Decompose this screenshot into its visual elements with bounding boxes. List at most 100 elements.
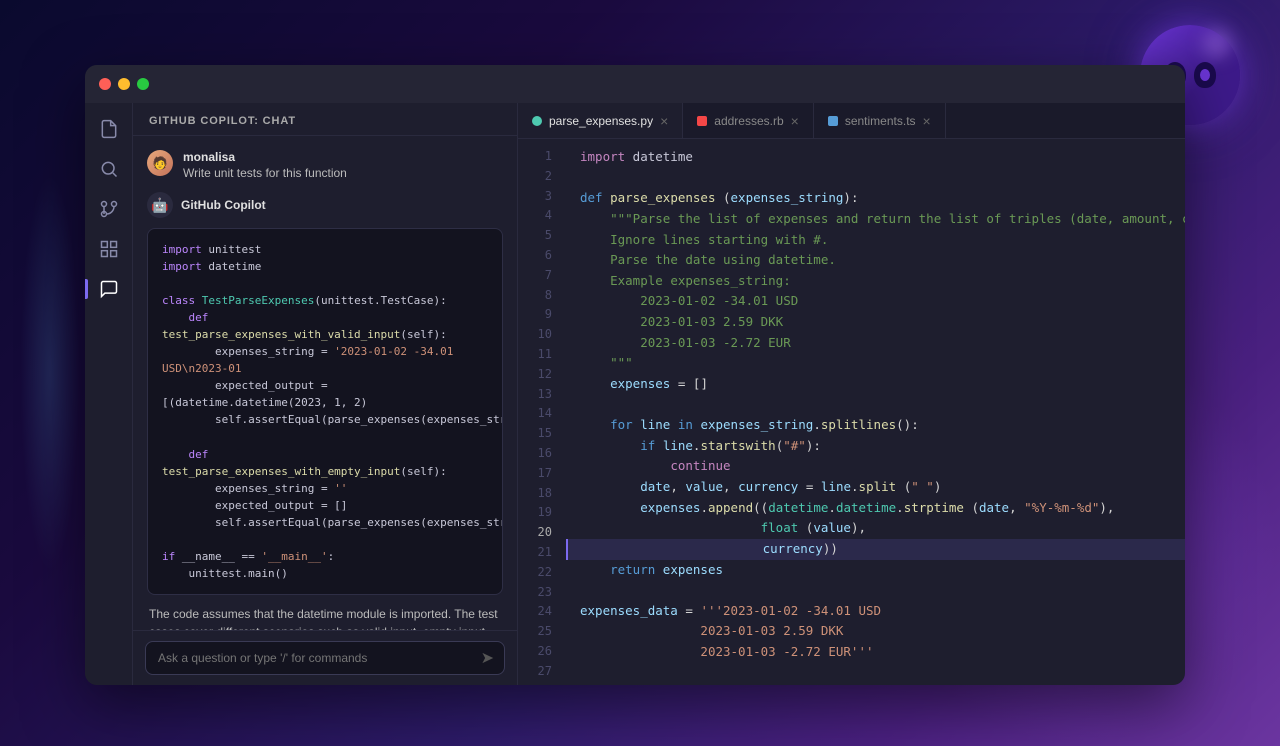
user-message: 🧑 monalisa Write unit tests for this fun… xyxy=(147,150,503,180)
copilot-avatar-icon: 🤖 xyxy=(147,192,173,218)
line-num-2: 2 xyxy=(518,167,566,187)
copilot-description: The code assumes that the datetime modul… xyxy=(147,605,503,630)
search-icon[interactable] xyxy=(91,151,127,187)
line-num-3: 3 xyxy=(518,187,566,207)
code-line-23: expenses_data = '''2023-01-02 -34.01 USD xyxy=(580,601,1185,622)
bg-glow-left xyxy=(20,173,80,573)
tab-close-addresses[interactable]: × xyxy=(791,114,799,128)
code-line-6: Parse the date using datetime. xyxy=(580,250,1185,271)
line-num-5: 5 xyxy=(518,226,566,246)
tab-label-parse-expenses: parse_expenses.py xyxy=(549,114,653,128)
code-line-22 xyxy=(580,580,1185,601)
line-num-11: 11 xyxy=(518,345,566,365)
code-line-27 xyxy=(580,683,1185,685)
tab-parse-expenses[interactable]: parse_expenses.py × xyxy=(518,103,683,138)
copilot-sidebar: GITHUB COPILOT: CHAT 🧑 monalisa Write un… xyxy=(133,103,518,685)
line-num-8: 8 xyxy=(518,286,566,306)
line-num-12: 12 xyxy=(518,365,566,385)
tab-sentiments[interactable]: sentiments.ts × xyxy=(814,103,946,138)
line-num-9: 9 xyxy=(518,305,566,325)
code-editor: 1 2 3 4 5 6 7 8 9 10 11 12 13 14 15 16 1 xyxy=(518,139,1185,685)
code-line-5: Ignore lines starting with #. xyxy=(580,230,1185,251)
code-line-18: expenses.append((datetime.datetime.strpt… xyxy=(580,498,1185,519)
code-line-17: date, value, currency = line.split (" ") xyxy=(580,477,1185,498)
code-line-24: 2023-01-03 2.59 DKK xyxy=(580,621,1185,642)
traffic-lights xyxy=(99,78,149,90)
line-num-17: 17 xyxy=(518,464,566,484)
close-button[interactable] xyxy=(99,78,111,90)
chat-input-wrapper: ➤ xyxy=(145,641,505,675)
files-icon[interactable] xyxy=(91,111,127,147)
code-line-25: 2023-01-03 -2.72 EUR''' xyxy=(580,642,1185,663)
activity-bar xyxy=(85,103,133,685)
line-num-4: 4 xyxy=(518,206,566,226)
code-line-13 xyxy=(580,395,1185,416)
code-content: import datetime def parse_expenses (expe… xyxy=(566,139,1185,685)
ide-window: GITHUB COPILOT: CHAT 🧑 monalisa Write un… xyxy=(85,65,1185,685)
tab-close-parse-expenses[interactable]: × xyxy=(660,114,668,128)
code-line-12: expenses = [] xyxy=(580,374,1185,395)
maximize-button[interactable] xyxy=(137,78,149,90)
copilot-code-block: import unittest import datetime class Te… xyxy=(147,228,503,595)
tab-bar: parse_expenses.py × addresses.rb × senti… xyxy=(518,103,1185,139)
code-line-11: """ xyxy=(580,353,1185,374)
line-num-13: 13 xyxy=(518,385,566,405)
line-num-7: 7 xyxy=(518,266,566,286)
line-num-18: 18 xyxy=(518,484,566,504)
copilot-chat-icon[interactable] xyxy=(91,271,127,307)
tab-label-addresses: addresses.rb xyxy=(714,114,783,128)
line-num-21: 21 xyxy=(518,543,566,563)
code-line-1: import datetime xyxy=(580,147,1185,168)
code-line-14: for line in expenses_string.splitlines()… xyxy=(580,415,1185,436)
code-line-9: 2023-01-03 2.59 DKK xyxy=(580,312,1185,333)
code-line-16: continue xyxy=(580,456,1185,477)
copilot-name-label: GitHub Copilot xyxy=(181,198,266,212)
line-num-16: 16 xyxy=(518,444,566,464)
copilot-header: 🤖 GitHub Copilot xyxy=(147,192,503,218)
line-numbers: 1 2 3 4 5 6 7 8 9 10 11 12 13 14 15 16 1 xyxy=(518,139,566,685)
chat-input[interactable] xyxy=(158,651,468,665)
line-num-25: 25 xyxy=(518,622,566,642)
line-num-15: 15 xyxy=(518,424,566,444)
username-label: monalisa xyxy=(183,150,347,164)
send-icon[interactable]: ➤ xyxy=(481,648,494,668)
line-num-26: 26 xyxy=(518,642,566,662)
code-line-8: 2023-01-02 -34.01 USD xyxy=(580,291,1185,312)
py-file-icon xyxy=(532,116,542,126)
code-line-26 xyxy=(580,663,1185,684)
code-line-4: """Parse the list of expenses and return… xyxy=(580,209,1185,230)
user-info: monalisa Write unit tests for this funct… xyxy=(183,150,347,180)
tab-close-sentiments[interactable]: × xyxy=(923,114,931,128)
line-num-24: 24 xyxy=(518,602,566,622)
line-num-10: 10 xyxy=(518,325,566,345)
line-num-28: 28 xyxy=(518,682,566,685)
code-line-21: return expenses xyxy=(580,560,1185,581)
chat-input-area: ➤ xyxy=(133,630,517,685)
ide-body: GITHUB COPILOT: CHAT 🧑 monalisa Write un… xyxy=(85,103,1185,685)
ts-file-icon xyxy=(828,116,838,126)
chat-messages: 🧑 monalisa Write unit tests for this fun… xyxy=(133,136,517,630)
code-line-10: 2023-01-03 -2.72 EUR xyxy=(580,333,1185,354)
copilot-panel-title: GITHUB COPILOT: CHAT xyxy=(133,103,517,136)
line-num-14: 14 xyxy=(518,404,566,424)
extensions-icon[interactable] xyxy=(91,231,127,267)
line-num-19: 19 xyxy=(518,503,566,523)
code-line-7: Example expenses_string: xyxy=(580,271,1185,292)
code-line-15: if line.startswith("#"): xyxy=(580,436,1185,457)
copilot-response: 🤖 GitHub Copilot import unittest import … xyxy=(147,192,503,630)
title-bar xyxy=(85,65,1185,103)
avatar-image: 🧑 xyxy=(147,150,173,176)
code-line-20: currency)) xyxy=(566,539,1185,560)
line-num-6: 6 xyxy=(518,246,566,266)
editor-area: parse_expenses.py × addresses.rb × senti… xyxy=(518,103,1185,685)
code-line-2 xyxy=(580,168,1185,189)
line-num-22: 22 xyxy=(518,563,566,583)
user-avatar: 🧑 xyxy=(147,150,173,176)
code-line-3: def parse_expenses (expenses_string): xyxy=(580,188,1185,209)
code-line-19: float (value), xyxy=(580,518,1185,539)
tab-addresses[interactable]: addresses.rb × xyxy=(683,103,814,138)
minimize-button[interactable] xyxy=(118,78,130,90)
line-num-23: 23 xyxy=(518,583,566,603)
source-control-icon[interactable] xyxy=(91,191,127,227)
user-prompt-text: Write unit tests for this function xyxy=(183,166,347,180)
